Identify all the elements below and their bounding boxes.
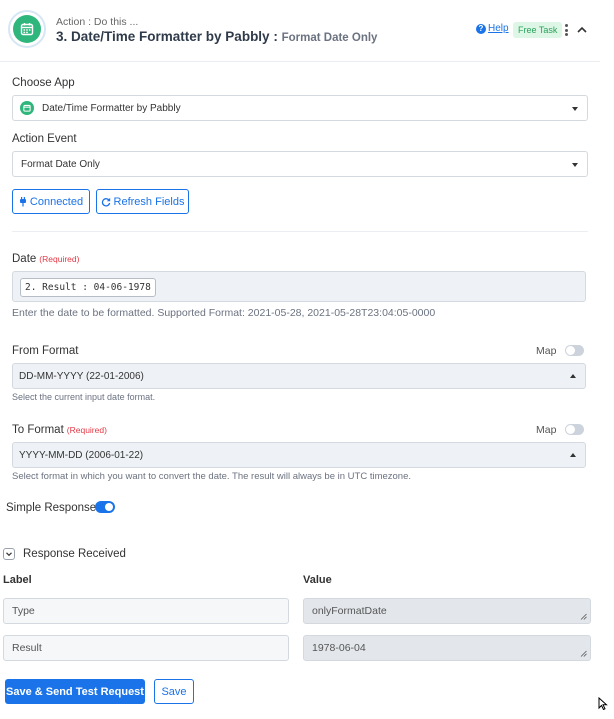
to-format-label-text: To Format <box>12 424 64 436</box>
plug-icon <box>19 196 26 206</box>
mouse-cursor-icon <box>598 697 608 710</box>
more-options-icon[interactable] <box>562 22 570 38</box>
step-event-name: Format Date Only <box>281 32 378 44</box>
response-received-title: Response Received <box>23 548 126 560</box>
from-format-select[interactable]: DD-MM-YYYY (22-01-2006) <box>12 363 586 389</box>
mapped-field-chip[interactable]: 2. Result : 04-06-1978 <box>20 278 156 297</box>
from-format-label: From Format <box>12 345 79 357</box>
section-divider <box>12 231 588 232</box>
save-send-test-button[interactable]: Save & Send Test Request <box>5 679 145 704</box>
required-marker: (Required) <box>39 254 80 264</box>
resize-grip-icon[interactable] <box>580 650 587 657</box>
value-column-header: Value <box>303 574 332 586</box>
chevron-down-icon <box>6 552 12 557</box>
response-value-text: 1978-06-04 <box>312 642 366 654</box>
response-collapse-button[interactable] <box>3 548 15 560</box>
response-value-field[interactable]: 1978-06-04 <box>303 635 591 661</box>
step-subtitle: Action : Do this ... <box>56 16 139 28</box>
to-format-value: YYYY-MM-DD (2006-01-22) <box>19 449 144 461</box>
help-link[interactable]: ? Help <box>476 23 509 34</box>
caret-up-icon <box>570 453 576 457</box>
refresh-fields-label: Refresh Fields <box>113 195 185 208</box>
step-title: 3. Date/Time Formatter by Pabbly : Forma… <box>56 29 377 44</box>
save-button[interactable]: Save <box>154 679 194 704</box>
simple-response-label: Simple Response <box>6 502 97 514</box>
to-format-label: To Format (Required) <box>12 424 107 436</box>
choose-app-value: Date/Time Formatter by Pabbly <box>42 102 181 114</box>
date-label: Date (Required) <box>12 253 79 265</box>
step-title-text: 3. Date/Time Formatter by Pabbly : <box>56 29 278 44</box>
caret-down-icon <box>572 107 578 111</box>
to-format-map-label: Map <box>536 424 557 436</box>
date-hint: Enter the date to be formatted. Supporte… <box>12 307 436 319</box>
response-value-field[interactable]: onlyFormatDate <box>303 598 591 624</box>
connected-label: Connected <box>29 195 84 208</box>
simple-response-toggle[interactable] <box>95 501 115 513</box>
to-format-select[interactable]: YYYY-MM-DD (2006-01-22) <box>12 442 586 468</box>
calendar-icon <box>23 104 31 112</box>
to-format-map-toggle[interactable] <box>565 424 584 435</box>
free-task-badge: Free Task <box>513 22 563 38</box>
refresh-icon <box>101 197 110 207</box>
choose-app-select[interactable]: Date/Time Formatter by Pabbly <box>12 95 588 121</box>
choose-app-label: Choose App <box>12 77 75 89</box>
caret-up-icon <box>570 374 576 378</box>
app-logo <box>8 10 46 48</box>
to-format-hint: Select format in which you want to conve… <box>12 471 412 482</box>
response-value-text: onlyFormatDate <box>312 605 387 617</box>
date-label-text: Date <box>12 253 37 265</box>
action-event-value: Format Date Only <box>21 158 100 170</box>
from-format-map-label: Map <box>536 345 557 357</box>
caret-down-icon <box>572 163 578 167</box>
resize-grip-icon[interactable] <box>580 613 587 620</box>
calendar-icon <box>20 23 34 36</box>
action-event-label: Action Event <box>12 133 77 145</box>
from-format-map-toggle[interactable] <box>565 345 584 356</box>
from-format-hint: Select the current input date format. <box>12 392 156 402</box>
response-label-field[interactable]: Result <box>3 635 289 661</box>
help-icon: ? <box>476 23 486 34</box>
label-column-header: Label <box>3 574 32 586</box>
help-label: Help <box>488 23 509 34</box>
connected-button[interactable]: Connected <box>12 189 90 214</box>
refresh-fields-button[interactable]: Refresh Fields <box>96 189 189 214</box>
response-label-field[interactable]: Type <box>3 598 289 624</box>
from-format-value: DD-MM-YYYY (22-01-2006) <box>19 370 144 382</box>
date-input[interactable]: 2. Result : 04-06-1978 <box>12 271 586 302</box>
required-marker: (Required) <box>66 425 107 435</box>
step-header: Action : Do this ... 3. Date/Time Format… <box>0 0 600 62</box>
action-event-select[interactable]: Format Date Only <box>12 151 588 177</box>
app-mini-logo <box>20 101 34 115</box>
chevron-up-icon[interactable] <box>576 24 588 36</box>
